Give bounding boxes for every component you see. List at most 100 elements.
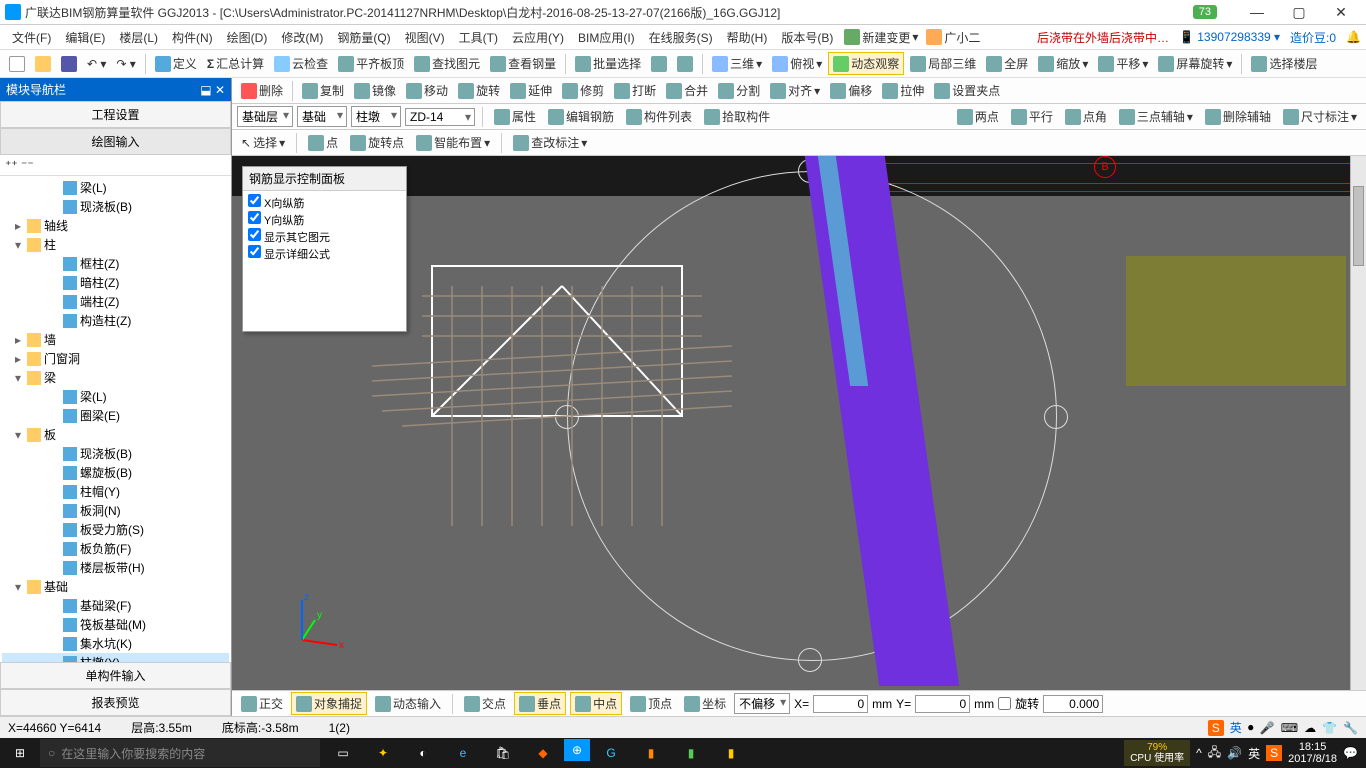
tree-item[interactable]: 圈梁(E) xyxy=(2,406,229,425)
menu-edit[interactable]: 编辑(E) xyxy=(58,26,112,49)
tab-draw-input[interactable]: 绘图输入 xyxy=(0,128,231,155)
redo-icon[interactable]: ↷ ▾ xyxy=(112,55,139,73)
three-point-button[interactable]: 三点辅轴 ▾ xyxy=(1115,106,1197,127)
offset-combo[interactable]: 不偏移 xyxy=(734,693,790,714)
ime-tray[interactable]: 英 xyxy=(1248,745,1260,762)
tree-item[interactable]: ▸墙 xyxy=(2,330,229,349)
tree-item[interactable]: 梁(L) xyxy=(2,387,229,406)
collapse-icon[interactable]: ⁻⁻ xyxy=(21,158,34,172)
move-button[interactable]: 移动 xyxy=(402,80,452,101)
del-aux-button[interactable]: 删除辅轴 xyxy=(1201,106,1275,127)
tab-project-settings[interactable]: 工程设置 xyxy=(0,101,231,128)
tray-icon[interactable]: ⦁ xyxy=(1248,720,1254,735)
tbx1-icon[interactable] xyxy=(647,54,671,74)
open-icon[interactable] xyxy=(31,54,55,74)
3d-canvas[interactable]: B xyxy=(232,156,1366,690)
tree-item[interactable]: 基础梁(F) xyxy=(2,596,229,615)
stretch-button[interactable]: 拉伸 xyxy=(878,80,928,101)
vert-snap[interactable]: 顶点 xyxy=(626,693,676,714)
y-input[interactable] xyxy=(915,695,970,713)
checkbox-option[interactable]: Y向纵筋 xyxy=(248,211,401,228)
network-icon[interactable]: 🖧 xyxy=(1208,743,1221,764)
menu-view[interactable]: 视图(V) xyxy=(398,26,452,49)
checkbox-option[interactable]: 显示其它图元 xyxy=(248,228,401,245)
component-list-button[interactable]: 构件列表 xyxy=(622,106,696,127)
store-icon[interactable]: 🛍 xyxy=(484,739,522,767)
menu-tools[interactable]: 工具(T) xyxy=(452,26,505,49)
mic-icon[interactable]: 🎤 xyxy=(1260,721,1275,735)
rotate-button[interactable]: 旋转 xyxy=(454,80,504,101)
batch-button[interactable]: 批量选择 xyxy=(571,53,645,74)
keyboard-icon[interactable]: ⌨ xyxy=(1281,721,1298,735)
search-box[interactable]: ○ 在这里输入你要搜索的内容 xyxy=(40,739,320,767)
cloud-check-button[interactable]: 云检查 xyxy=(270,53,332,74)
new-icon[interactable] xyxy=(5,54,29,74)
category-combo[interactable]: 基础 xyxy=(297,106,347,127)
tree-item[interactable]: 构造柱(Z) xyxy=(2,311,229,330)
menu-draw[interactable]: 绘图(D) xyxy=(220,26,275,49)
checkbox-option[interactable]: 显示详细公式 xyxy=(248,245,401,262)
tree-item[interactable]: ▾柱 xyxy=(2,235,229,254)
x-input[interactable] xyxy=(813,695,868,713)
maximize-button[interactable]: ▢ xyxy=(1279,1,1319,23)
menu-modify[interactable]: 修改(M) xyxy=(274,26,330,49)
copy-button[interactable]: 复制 xyxy=(298,80,348,101)
menu-component[interactable]: 构件(N) xyxy=(165,26,220,49)
split-button[interactable]: 分割 xyxy=(714,80,764,101)
expand-icon[interactable]: ⁺⁺ xyxy=(5,158,18,172)
phone-label[interactable]: 📱 13907298339 ▾ xyxy=(1179,30,1280,44)
close-button[interactable]: ✕ xyxy=(1321,1,1361,23)
parallel-button[interactable]: 平行 xyxy=(1007,106,1057,127)
vertical-scrollbar[interactable] xyxy=(1350,156,1366,690)
local3d-button[interactable]: 局部三维 xyxy=(906,53,980,74)
app7-icon[interactable]: ▮ xyxy=(672,739,710,767)
menu-online[interactable]: 在线服务(S) xyxy=(642,26,720,49)
clock[interactable]: 18:152017/8/18 xyxy=(1288,741,1337,765)
pan-button[interactable]: 平移 ▾ xyxy=(1094,53,1152,74)
tree-item[interactable]: 板洞(N) xyxy=(2,501,229,520)
menu-help[interactable]: 帮助(H) xyxy=(720,26,775,49)
pick-button[interactable]: 拾取构件 xyxy=(700,106,774,127)
tree-item[interactable]: ▾板 xyxy=(2,425,229,444)
3d-button[interactable]: 三维 ▾ xyxy=(708,53,766,74)
zoom-button[interactable]: 缩放 ▾ xyxy=(1034,53,1092,74)
tree-item[interactable]: ▸门窗洞 xyxy=(2,349,229,368)
top-view-button[interactable]: 俯视 ▾ xyxy=(768,53,826,74)
select-floor-button[interactable]: 选择楼层 xyxy=(1247,53,1321,74)
rotate-point-button[interactable]: 旋转点 xyxy=(346,132,408,153)
tree-item[interactable]: 螺旋板(B) xyxy=(2,463,229,482)
cpu-meter[interactable]: 79%CPU 使用率 xyxy=(1124,740,1190,766)
tree-item[interactable]: 现浇板(B) xyxy=(2,197,229,216)
find-button[interactable]: 查找图元 xyxy=(410,53,484,74)
tree-item[interactable]: 框柱(Z) xyxy=(2,254,229,273)
smart-layout-button[interactable]: 智能布置 ▾ xyxy=(412,132,494,153)
align-button[interactable]: 对齐 ▾ xyxy=(766,80,824,101)
edge-icon[interactable]: e xyxy=(444,739,482,767)
tree-item[interactable]: 现浇板(B) xyxy=(2,444,229,463)
orbit-handle-right[interactable] xyxy=(1044,405,1068,429)
type-combo[interactable]: 柱墩 xyxy=(351,106,401,127)
select-button[interactable]: ↖ 选择 ▾ xyxy=(237,132,289,153)
trim-button[interactable]: 修剪 xyxy=(558,80,608,101)
tree-item[interactable]: 端柱(Z) xyxy=(2,292,229,311)
steel-button[interactable]: 查看钢量 xyxy=(486,53,560,74)
notifications-icon[interactable]: 💬 xyxy=(1343,746,1358,760)
app1-icon[interactable]: ✦ xyxy=(364,739,402,767)
save-icon[interactable] xyxy=(57,54,81,74)
sum-button[interactable]: Σ 汇总计算 xyxy=(203,53,268,74)
tree-item[interactable]: 柱墩(Y) xyxy=(2,653,229,662)
cross-snap[interactable]: 交点 xyxy=(460,693,510,714)
menu-steel[interactable]: 钢筋量(Q) xyxy=(330,26,397,49)
fullscreen-button[interactable]: 全屏 xyxy=(982,53,1032,74)
app6-icon[interactable]: ▮ xyxy=(632,739,670,767)
mirror-button[interactable]: 镜像 xyxy=(350,80,400,101)
tree-item[interactable]: 暗柱(Z) xyxy=(2,273,229,292)
shirt-icon[interactable]: 👕 xyxy=(1322,721,1337,735)
app3-icon[interactable]: ◆ xyxy=(524,739,562,767)
osnap-toggle[interactable]: 对象捕捉 xyxy=(291,692,367,715)
app8-icon[interactable]: ▮ xyxy=(712,739,750,767)
panel-title[interactable]: 钢筋显示控制面板 xyxy=(243,167,406,191)
merge-button[interactable]: 合并 xyxy=(662,80,712,101)
break-button[interactable]: 打断 xyxy=(610,80,660,101)
delete-button[interactable]: 删除 xyxy=(237,80,287,101)
